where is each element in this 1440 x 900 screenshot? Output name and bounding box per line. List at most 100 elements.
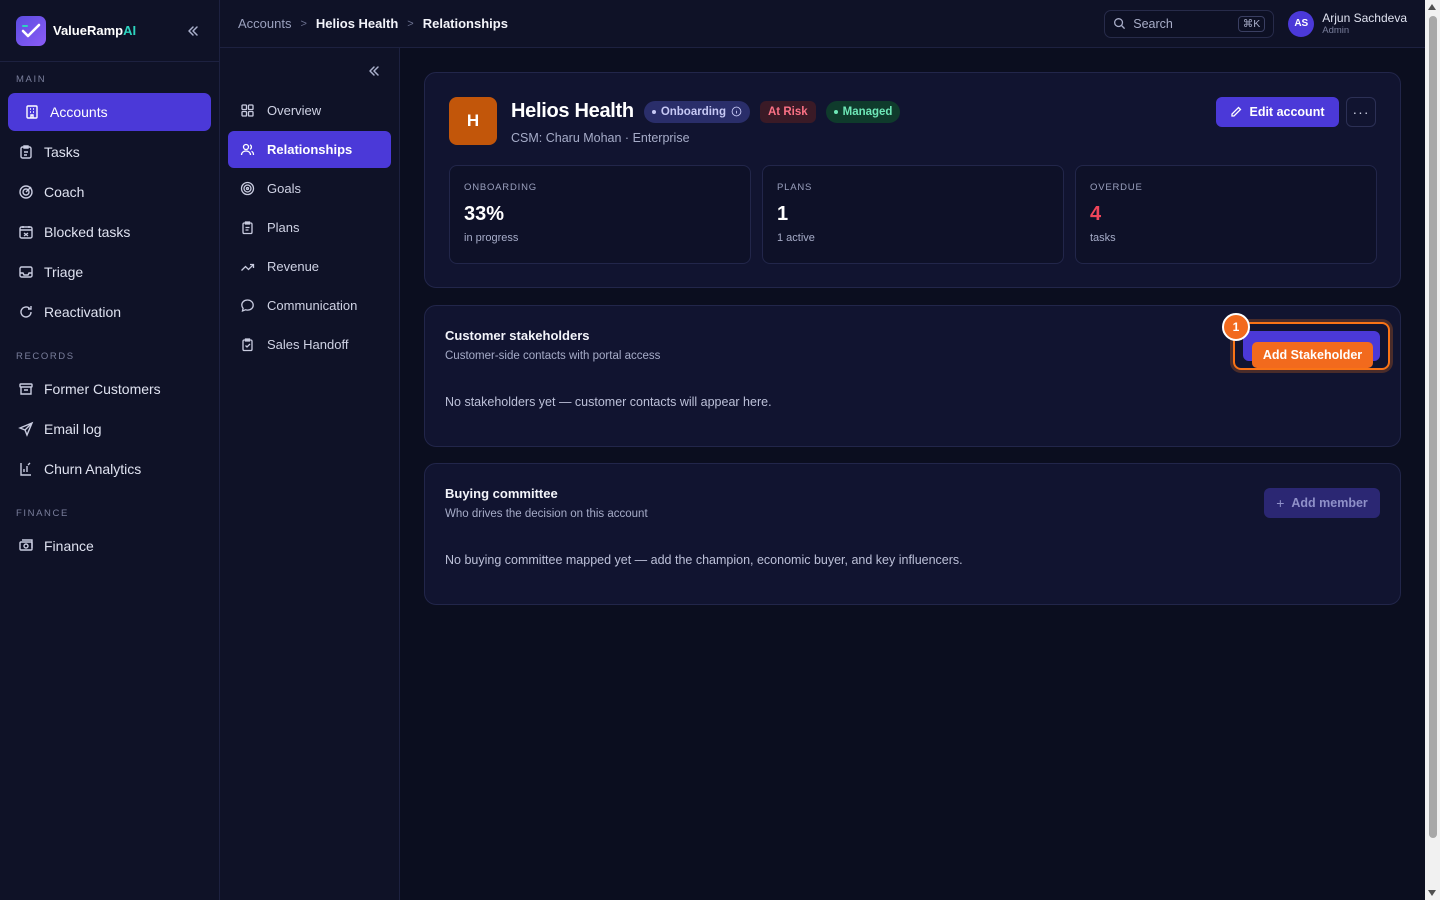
tab-goals[interactable]: Goals (228, 170, 391, 207)
scroll-down-icon[interactable] (1428, 890, 1436, 896)
section-title: Customer stakeholders (445, 328, 590, 343)
page-scrollbar[interactable] (1425, 0, 1440, 900)
sidebar-item-blocked-tasks[interactable]: Blocked tasks (8, 213, 211, 251)
inbox-icon (19, 266, 33, 278)
account-name: Helios Health (511, 100, 634, 122)
status-badge-managed: Managed (825, 100, 901, 123)
account-subnav: Overview Relationships Goals Plans Reven… (220, 48, 400, 900)
scrollbar-thumb[interactable] (1429, 16, 1437, 838)
status-badge-onboarding[interactable]: Onboarding (643, 100, 750, 123)
breadcrumb-account[interactable]: Helios Health (316, 16, 398, 31)
section-label-records: RECORDS (16, 351, 75, 362)
sidebar-item-label: Reactivation (44, 304, 122, 320)
empty-state-text: No buying committee mapped yet — add the… (445, 553, 963, 567)
add-member-button[interactable]: + Add member (1264, 488, 1380, 518)
account-avatar: H (449, 97, 497, 145)
user-name: Arjun Sachdeva (1322, 10, 1407, 25)
stat-card-onboarding: ONBOARDING 33% in progress (449, 165, 751, 264)
chevron-right-icon: > (407, 17, 414, 30)
tab-overview[interactable]: Overview (228, 92, 391, 129)
scroll-up-icon[interactable] (1428, 4, 1436, 10)
dot-icon (651, 109, 656, 114)
sidebar-item-label: Finance (44, 538, 94, 554)
tab-label: Communication (267, 298, 358, 313)
target-icon (19, 185, 33, 199)
sidebar-item-reactivation[interactable]: Reactivation (8, 293, 211, 331)
stat-caption: tasks (1090, 232, 1116, 244)
sidebar-item-label: Email log (44, 421, 102, 437)
topbar: Accounts > Helios Health > Relationships… (220, 0, 1425, 48)
tab-label: Revenue (267, 259, 320, 274)
breadcrumb-current: Relationships (422, 16, 508, 31)
stat-card-overdue: OVERDUE 4 tasks (1075, 165, 1377, 264)
stat-label: PLANS (777, 182, 813, 193)
clipboard-check-icon (242, 338, 253, 352)
brand: ValueRampAI (0, 0, 219, 62)
sidebar-item-churn-analytics[interactable]: Churn Analytics (8, 450, 211, 488)
search-input[interactable]: Search ⌘K (1104, 9, 1275, 38)
stat-value: 33% (464, 203, 505, 225)
tab-sales-handoff[interactable]: Sales Handoff (228, 326, 391, 363)
collapse-subnav-icon[interactable] (367, 64, 381, 78)
stat-label: ONBOARDING (464, 182, 537, 193)
tab-label: Overview (267, 103, 322, 118)
add-stakeholder-highlight: Add Stakeholder (1233, 322, 1390, 370)
step-marker-badge: 1 (1222, 313, 1250, 341)
sidebar-item-coach[interactable]: Coach (8, 173, 211, 211)
calendar-x-icon (19, 226, 33, 239)
customer-stakeholders-card: Customer stakeholders Customer-side cont… (424, 305, 1401, 447)
sidebar-item-tasks[interactable]: Tasks (8, 133, 211, 171)
sidebar-item-label: Churn Analytics (44, 461, 142, 477)
collapse-sidebar-icon[interactable] (183, 21, 203, 41)
sidebar-item-triage[interactable]: Triage (8, 253, 211, 291)
search-placeholder: Search (1133, 16, 1173, 31)
tab-label: Plans (267, 220, 300, 235)
tab-label: Sales Handoff (267, 337, 349, 352)
clipboard-icon (20, 145, 32, 159)
tab-communication[interactable]: Communication (228, 287, 391, 324)
add-stakeholder-button[interactable]: Add Stakeholder (1252, 342, 1373, 368)
account-subtitle: CSM: Charu Mohan · Enterprise (511, 131, 690, 145)
info-icon (731, 106, 742, 117)
sidebar-item-label: Coach (44, 184, 85, 200)
clipboard-icon (242, 221, 253, 235)
sidebar-item-finance[interactable]: Finance (8, 527, 211, 565)
account-header-card: H Helios Health Onboarding At Risk Manag… (424, 72, 1401, 288)
users-icon (240, 143, 255, 156)
trending-up-icon (241, 263, 255, 271)
tab-label: Relationships (267, 142, 353, 157)
tab-relationships[interactable]: Relationships (228, 131, 391, 168)
breadcrumb-accounts[interactable]: Accounts (238, 16, 291, 31)
sidebar: ValueRampAI MAIN Accounts Tasks Coach Bl… (0, 0, 220, 900)
user-menu[interactable]: AS Arjun Sachdeva Admin (1288, 10, 1407, 37)
main-content: H Helios Health Onboarding At Risk Manag… (400, 48, 1425, 900)
stat-value: 1 (777, 203, 789, 225)
tab-revenue[interactable]: Revenue (228, 248, 391, 285)
sidebar-item-label: Blocked tasks (44, 224, 131, 240)
edit-account-label: Edit account (1249, 105, 1325, 119)
section-label-main: MAIN (16, 74, 47, 85)
stat-label: OVERDUE (1090, 182, 1143, 193)
target-icon (240, 181, 255, 196)
edit-account-button[interactable]: Edit account (1216, 97, 1339, 127)
chevron-right-icon: > (300, 17, 307, 30)
sidebar-item-accounts[interactable]: Accounts (8, 93, 211, 131)
status-badge-at-risk: At Risk (759, 100, 816, 123)
chart-icon (20, 462, 31, 476)
archive-icon (19, 383, 33, 395)
search-icon (1114, 18, 1126, 30)
tab-plans[interactable]: Plans (228, 209, 391, 246)
sidebar-item-email-log[interactable]: Email log (8, 410, 211, 448)
breadcrumb: Accounts > Helios Health > Relationships (238, 16, 508, 31)
stat-value: 4 (1090, 203, 1102, 225)
empty-state-text: No stakeholders yet — customer contacts … (445, 395, 772, 409)
plus-icon: + (1276, 495, 1285, 511)
buying-committee-card: Buying committee Who drives the decision… (424, 463, 1401, 605)
sidebar-item-former-customers[interactable]: Former Customers (8, 370, 211, 408)
pencil-icon (1231, 106, 1242, 117)
more-options-button[interactable]: ··· (1346, 97, 1376, 127)
brand-logo-icon (16, 15, 46, 46)
stat-caption: 1 active (777, 232, 815, 244)
add-member-label: Add member (1291, 496, 1368, 510)
section-subtitle: Customer-side contacts with portal acces… (445, 350, 661, 362)
